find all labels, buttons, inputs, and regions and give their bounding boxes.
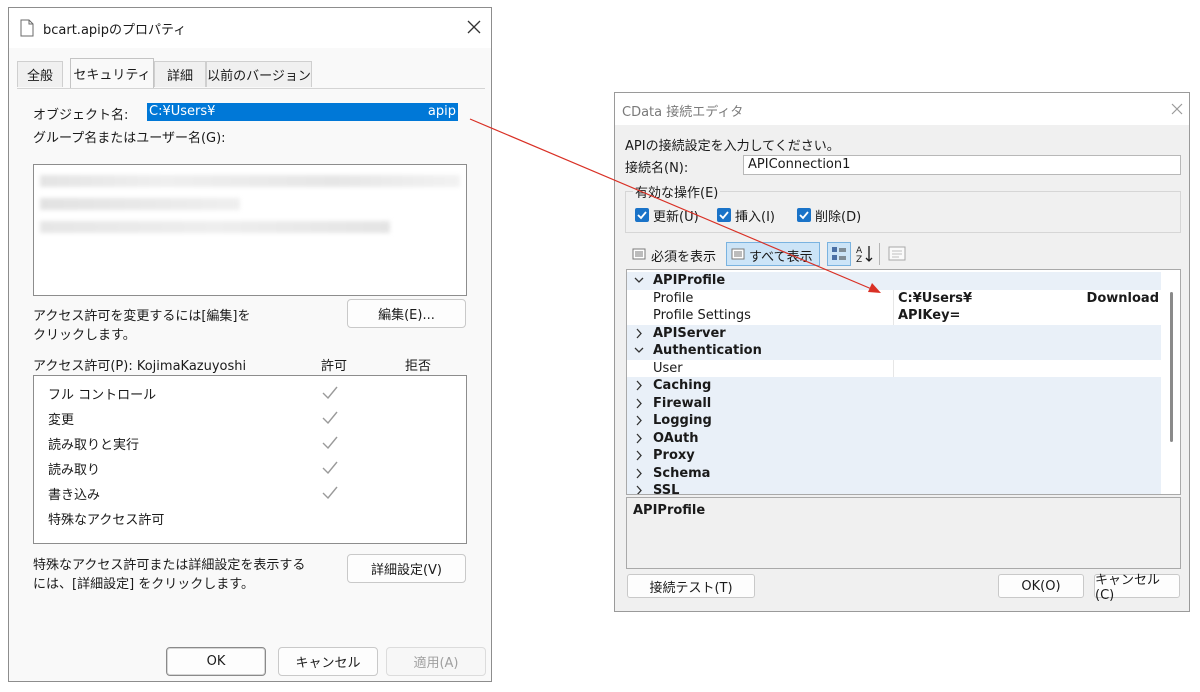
annotation-arrow	[469, 118, 881, 293]
